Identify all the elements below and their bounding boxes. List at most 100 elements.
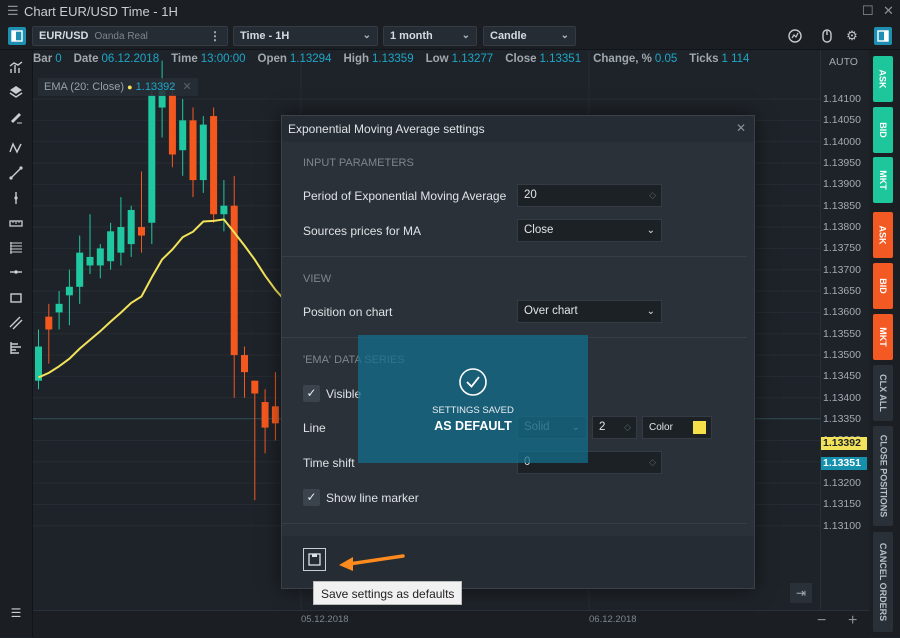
right-panel-toggle-icon[interactable] <box>874 27 892 45</box>
candle <box>179 99 187 176</box>
candle-body <box>117 227 125 253</box>
trend-line-icon[interactable] <box>8 165 24 181</box>
more-vertical-icon[interactable]: ⋮ <box>209 27 221 45</box>
close-icon[interactable]: ✕ <box>182 81 191 93</box>
candle-body <box>148 94 156 223</box>
info-label: Ticks <box>689 53 719 65</box>
price-tick: 1.13500 <box>823 349 861 362</box>
price-tick: 1.13850 <box>823 199 861 212</box>
toast-line-1: SETTINGS SAVED <box>432 405 514 416</box>
gear-icon[interactable]: ⚙ <box>843 27 861 45</box>
side-button-label: BID <box>878 122 888 138</box>
fibonacci-icon[interactable] <box>8 240 24 256</box>
candle <box>65 269 73 326</box>
close-price-label: 1.13351 <box>821 457 867 470</box>
time-shift-label: Time shift <box>303 456 355 470</box>
side-button-mkt[interactable]: MKT <box>873 314 893 360</box>
save-defaults-button[interactable] <box>303 548 326 571</box>
vertical-line-icon[interactable] <box>8 190 24 206</box>
chart-type-select[interactable]: Candle ⌄ <box>483 26 576 46</box>
period-label: Period of Exponential Moving Average <box>303 189 507 203</box>
side-button-label: ASK <box>877 69 888 89</box>
price-tick: 1.13100 <box>823 519 861 532</box>
section-input-parameters: INPUT PARAMETERS <box>303 157 414 169</box>
candle <box>96 244 104 279</box>
side-button-close-positions[interactable]: CLOSE POSITIONS <box>873 426 893 526</box>
side-button-bid[interactable]: BID <box>873 263 893 309</box>
annotation-arrow <box>339 554 405 571</box>
line-width-input[interactable]: 2 ◇ <box>592 416 637 439</box>
info-value: 1.13351 <box>539 53 582 65</box>
show-line-marker-checkbox[interactable]: ✓ <box>303 489 320 506</box>
info-label: Low <box>425 53 449 65</box>
close-dialog-icon[interactable]: ✕ <box>736 121 746 135</box>
ema-legend[interactable]: EMA (20: Close) ● 1.13392 ✕ <box>38 78 198 96</box>
hamburger-menu-icon[interactable]: ☰ <box>7 4 19 17</box>
position-select[interactable]: Over chart ⌄ <box>517 300 662 323</box>
stepper-icon[interactable]: ◇ <box>649 452 656 473</box>
eraser-icon[interactable] <box>8 109 24 125</box>
mouse-mode-icon[interactable] <box>818 27 836 45</box>
side-button-bid[interactable]: BID <box>873 107 893 153</box>
stepper-icon[interactable]: ◇ <box>649 185 656 206</box>
timeframe-select[interactable]: Time - 1H ⌄ <box>233 26 378 46</box>
zoom-in-icon[interactable]: + <box>848 612 857 630</box>
period-select[interactable]: 1 month ⌄ <box>383 26 477 46</box>
rectangle-tool-icon[interactable] <box>8 290 24 306</box>
info-value: 1 114 <box>721 53 750 65</box>
symbol-selector[interactable]: EUR/USD Oanda Real ⋮ <box>32 26 228 46</box>
candle <box>199 116 207 193</box>
line-width-value: 2 <box>599 421 606 433</box>
dialog-header: Exponential Moving Average settings ✕ <box>282 116 754 143</box>
channel-tool-icon[interactable] <box>8 315 24 331</box>
candle <box>76 235 84 304</box>
zigzag-tool-icon[interactable] <box>8 140 24 156</box>
side-button-ask[interactable]: ASK <box>873 56 893 102</box>
candle <box>148 81 156 245</box>
indicators-icon[interactable] <box>8 60 24 76</box>
sources-select[interactable]: Close ⌄ <box>517 219 662 242</box>
chevron-down-icon: ⌄ <box>646 306 655 317</box>
candle-body <box>241 355 248 373</box>
info-value: 1.13277 <box>451 53 494 65</box>
volume-profile-icon[interactable] <box>8 340 24 356</box>
chevron-down-icon: ⌄ <box>560 30 569 41</box>
period-input[interactable]: 20 ◇ <box>517 184 662 207</box>
window-title: Chart EUR/USD Time - 1H <box>24 4 178 19</box>
price-tick: 1.13700 <box>823 263 861 276</box>
info-value: 0.05 <box>654 53 678 65</box>
period-value: 1 month <box>390 30 433 42</box>
sources-label: Sources prices for MA <box>303 224 422 238</box>
maximize-icon[interactable]: ☐ <box>862 3 874 19</box>
candle <box>138 171 145 253</box>
visible-checkbox[interactable]: ✓ <box>303 385 320 402</box>
indicator-search-icon[interactable] <box>786 27 804 45</box>
side-button-cancel-orders[interactable]: CANCEL ORDERS <box>873 532 893 632</box>
side-button-mkt[interactable]: MKT <box>873 157 893 203</box>
ruler-icon[interactable] <box>8 215 24 231</box>
info-label: Bar <box>33 53 53 65</box>
left-panel-toggle-icon[interactable] <box>8 27 26 45</box>
info-value: 1.13294 <box>289 53 332 65</box>
candle-body <box>127 209 135 245</box>
color-picker[interactable]: Color <box>642 416 712 439</box>
close-window-icon[interactable]: ✕ <box>883 3 894 19</box>
chart-type-value: Candle <box>490 30 527 42</box>
list-menu-icon[interactable]: ☰ <box>8 605 24 621</box>
candle <box>271 372 279 441</box>
candle-body <box>86 256 94 266</box>
info-value: 0 <box>55 53 62 65</box>
side-button-ask[interactable]: ASK <box>873 212 893 258</box>
price-tick: 1.13550 <box>823 327 861 340</box>
scroll-to-end-icon[interactable]: ⇥ <box>790 583 812 603</box>
info-label: Change, % <box>593 53 652 65</box>
side-button-clx-all[interactable]: CLX ALL <box>873 365 893 421</box>
horizontal-line-icon[interactable] <box>8 264 24 280</box>
layers-icon[interactable] <box>8 84 24 100</box>
candle <box>261 389 269 454</box>
stepper-icon[interactable]: ◇ <box>624 417 631 438</box>
side-button-label: CLX ALL <box>878 374 889 412</box>
chart-toolbar: EUR/USD Oanda Real ⋮ Time - 1H ⌄ 1 month ⌄ … <box>0 24 900 50</box>
axis-mode-label[interactable]: AUTO <box>829 56 858 68</box>
zoom-out-icon[interactable]: − <box>817 612 826 630</box>
